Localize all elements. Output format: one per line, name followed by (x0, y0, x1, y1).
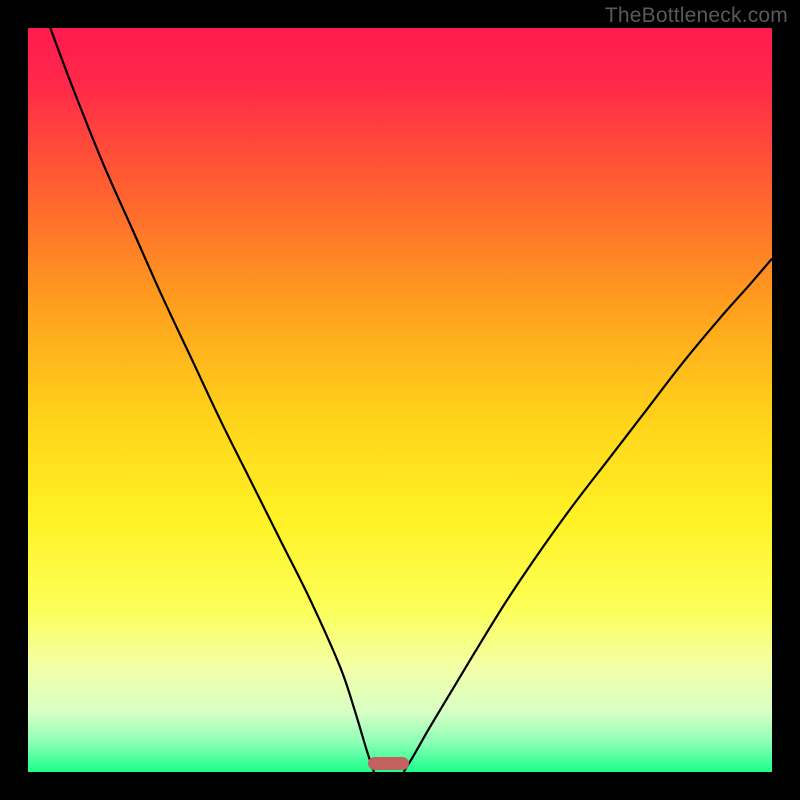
curves-layer (28, 28, 772, 772)
left-curve (50, 28, 374, 772)
right-curve (404, 259, 772, 772)
bottleneck-marker (368, 757, 409, 770)
watermark-text: TheBottleneck.com (605, 4, 788, 28)
plot-area (28, 28, 772, 772)
chart-frame: TheBottleneck.com (0, 0, 800, 800)
